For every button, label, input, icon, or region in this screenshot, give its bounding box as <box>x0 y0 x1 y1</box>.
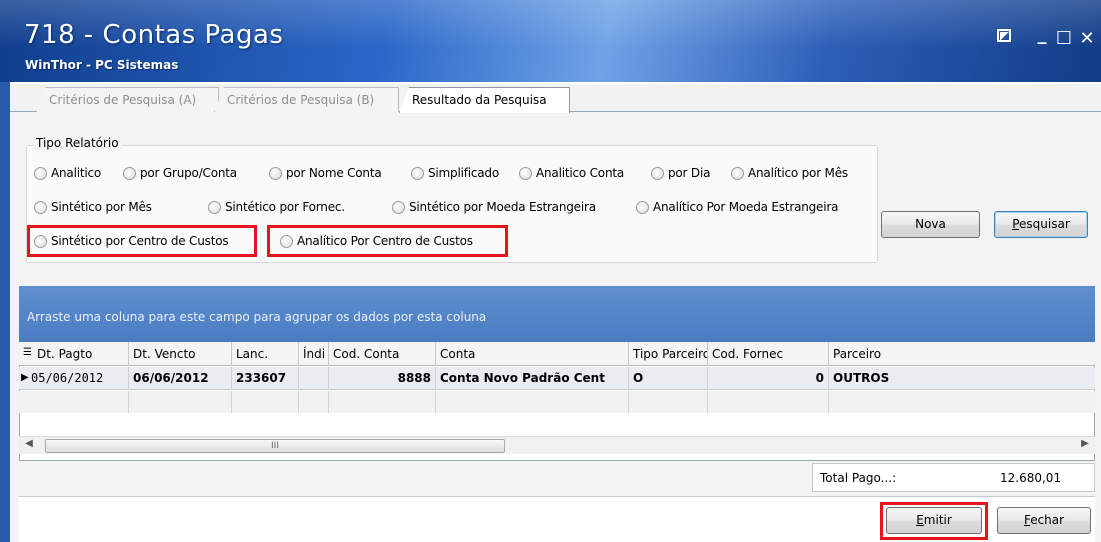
column-tipo-parceiro[interactable]: Tipo Parceiro <box>629 342 708 366</box>
fechar-button[interactable]: Fechar <box>997 507 1091 534</box>
column-dt-vencto[interactable]: Dt. Vencto <box>129 342 232 366</box>
radio-icon <box>208 200 221 214</box>
radio-icon <box>34 200 47 214</box>
tab-criterios-a[interactable]: Critérios de Pesquisa (A) <box>36 87 219 112</box>
scroll-left-icon[interactable]: ◀ <box>22 438 36 449</box>
scrollbar-thumb[interactable]: III <box>45 439 505 453</box>
column-header-row: Dt. Pagto Dt. Vencto Lanc. Índi Cod. Con… <box>19 342 1095 366</box>
tab-resultado[interactable]: Resultado da Pesquisa <box>399 87 570 113</box>
tipo-relatorio-label: Tipo Relatório <box>33 136 122 150</box>
app-window: 718 - Contas Pagas WinThor - PC Sistemas… <box>0 0 1101 542</box>
cell-cod-fornec: 0 <box>708 367 829 390</box>
window-subtitle: WinThor - PC Sistemas <box>25 58 179 72</box>
radio-por-grupo-conta[interactable]: por Grupo/Conta <box>123 166 237 180</box>
column-parceiro[interactable]: Parceiro <box>829 342 1095 366</box>
column-indi[interactable]: Índi <box>299 342 329 366</box>
table-row[interactable]: 05/06/2012 06/06/2012 233607 8888 Conta … <box>19 367 1095 390</box>
highlight-analitico-centro-custos <box>267 225 508 257</box>
cell-dt-pagto: 05/06/2012 <box>19 367 129 390</box>
row-indicator-icon: ▶ <box>21 372 29 383</box>
column-cod-conta[interactable]: Cod. Conta <box>329 342 436 366</box>
group-by-area[interactable]: Arraste uma coluna para este campo para … <box>19 286 1095 342</box>
cell-conta: Conta Novo Padrão Cent <box>436 367 629 390</box>
tab-criterios-b[interactable]: Critérios de Pesquisa (B) <box>214 87 399 112</box>
pin-icon[interactable] <box>994 28 1014 49</box>
tab-strip: Critérios de Pesquisa (A) Critérios de P… <box>10 84 1101 113</box>
radio-icon <box>519 166 532 180</box>
cell-parceiro: OUTROS <box>833 371 890 385</box>
cell-lanc: 233607 <box>232 367 299 390</box>
radio-icon <box>34 166 47 180</box>
total-pago-label: Total Pago...: <box>820 471 897 485</box>
pesquisar-button[interactable]: Pesquisar <box>994 211 1088 238</box>
cell-cod-conta: 8888 <box>329 367 436 390</box>
maximize-icon[interactable]: ☐ <box>1054 28 1074 49</box>
column-chooser-icon[interactable]: ☰ <box>23 347 32 358</box>
radio-por-nome-conta[interactable]: por Nome Conta <box>269 166 382 180</box>
radio-por-dia[interactable]: por Dia <box>651 166 710 180</box>
radio-analitico-conta[interactable]: Analitico Conta <box>519 166 624 180</box>
close-icon[interactable]: ✕ <box>1077 28 1097 49</box>
window-title: 718 - Contas Pagas <box>24 20 284 50</box>
minimize-icon[interactable]: _ <box>1032 24 1052 45</box>
column-lanc[interactable]: Lanc. <box>232 342 299 366</box>
cell-dt-vencto: 06/06/2012 <box>129 367 232 390</box>
column-conta[interactable]: Conta <box>436 342 629 366</box>
radio-icon <box>651 166 664 180</box>
cell-tipo-parceiro: O <box>629 367 708 390</box>
highlight-emitir <box>880 502 988 540</box>
cell-indi <box>299 367 329 390</box>
radio-sintetico-moeda-estrangeira[interactable]: Sintético por Moeda Estrangeira <box>392 200 596 214</box>
radio-analitico[interactable]: Analitico <box>34 166 101 180</box>
column-cod-fornec[interactable]: Cod. Fornec <box>708 342 829 366</box>
radio-analitico-por-mes[interactable]: Analítico por Mês <box>731 166 848 180</box>
column-dt-pagto[interactable]: Dt. Pagto <box>19 342 129 366</box>
window-frame <box>0 82 10 542</box>
radio-icon <box>731 166 744 180</box>
total-pago-value: 12.680,01 <box>1000 471 1062 485</box>
table-row-filter[interactable] <box>19 391 1095 413</box>
horizontal-scrollbar[interactable]: ◀ III ▶ <box>19 436 1095 454</box>
radio-icon <box>411 166 424 180</box>
radio-sintetico-por-fornec[interactable]: Sintético por Fornec. <box>208 200 345 214</box>
nova-button[interactable]: Nova <box>881 211 980 238</box>
radio-icon <box>636 200 649 214</box>
radio-simplificado[interactable]: Simplificado <box>411 166 499 180</box>
radio-analitico-moeda-estrangeira[interactable]: Analítico Por Moeda Estrangeira <box>636 200 838 214</box>
radio-icon <box>123 166 136 180</box>
scroll-right-icon[interactable]: ▶ <box>1078 438 1092 449</box>
highlight-sintetico-centro-custos <box>27 225 257 257</box>
radio-sintetico-por-mes[interactable]: Sintético por Mês <box>34 200 152 214</box>
radio-icon <box>392 200 405 214</box>
radio-icon <box>269 166 282 180</box>
